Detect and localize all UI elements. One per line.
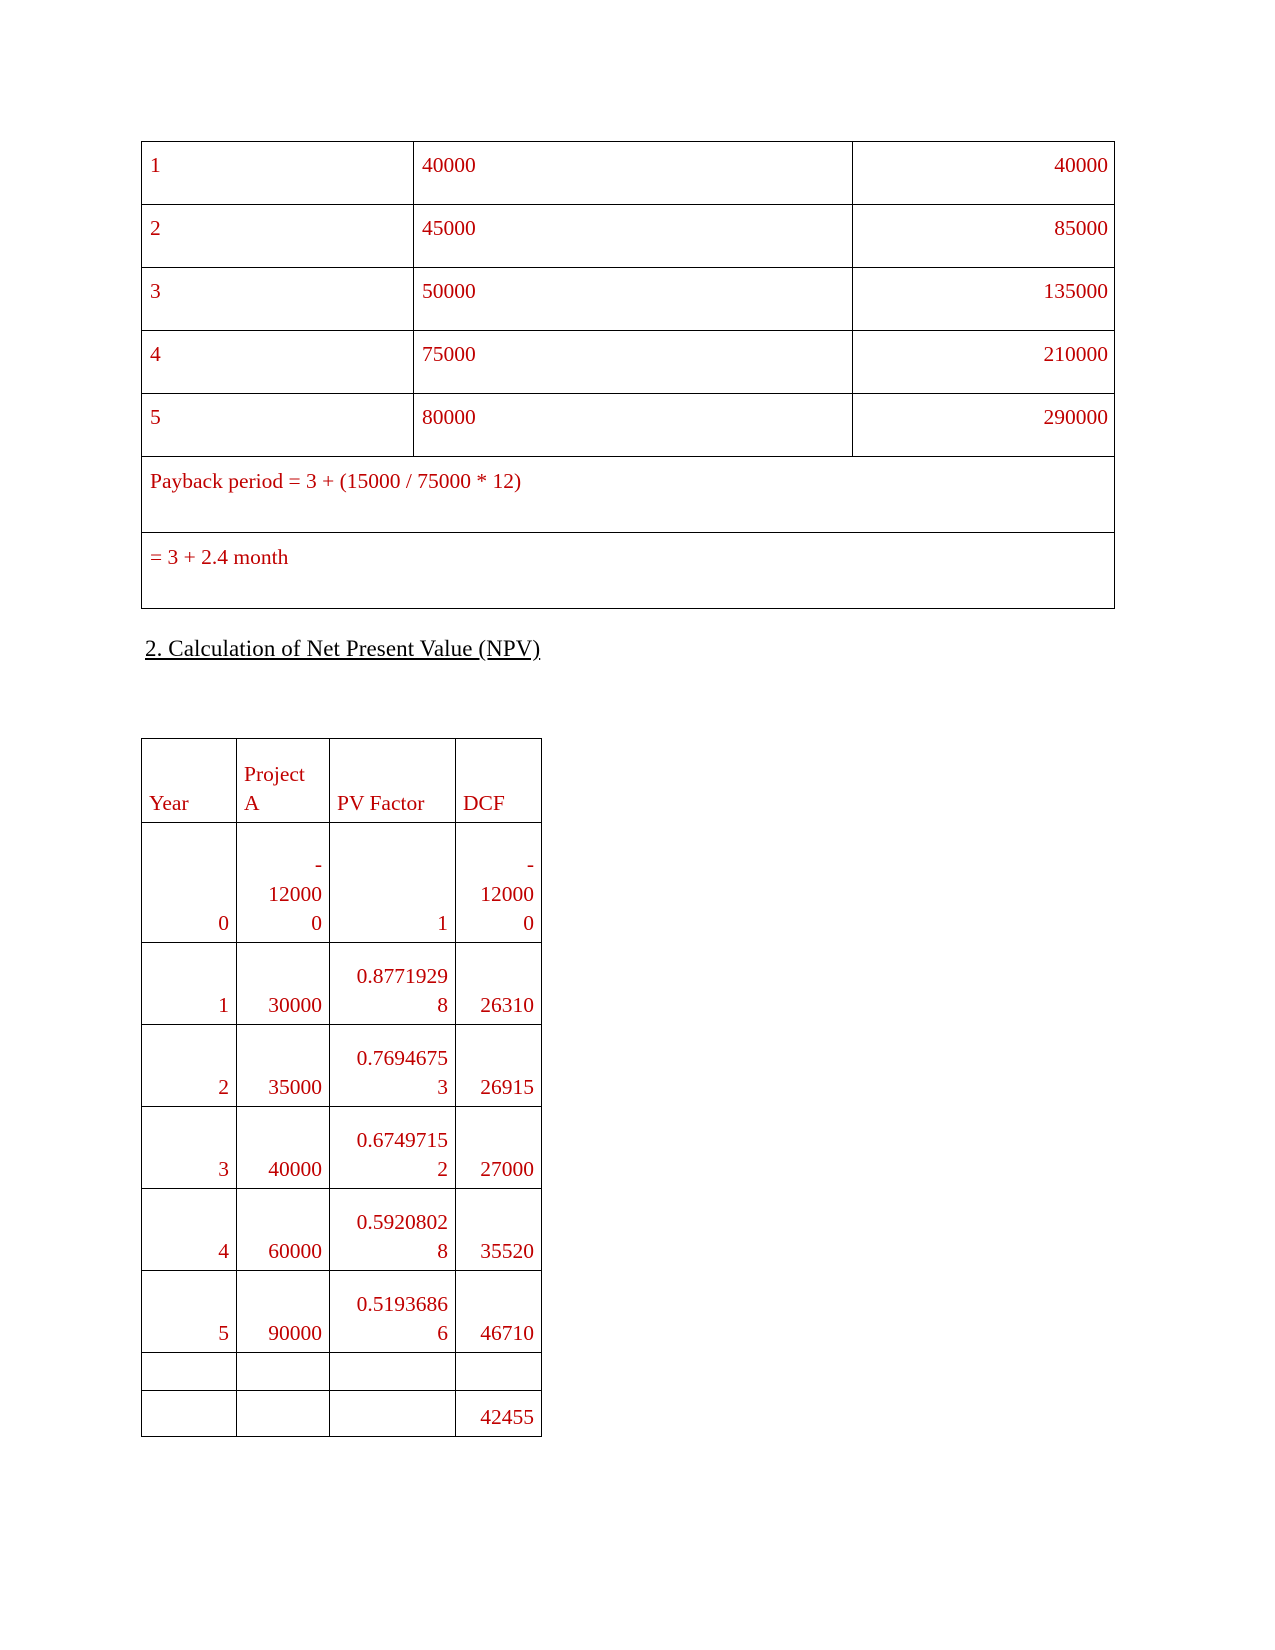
table-row-payback-result: = 3 + 2.4 month [141,532,1115,609]
payback-formula-text: Payback period = 3 + (15000 / 75000 * 12… [141,456,1115,533]
npv-year-cell: 5 [141,1270,237,1353]
column-header-year: Year [141,738,237,823]
npv-dcf-cell: 26915 [455,1024,542,1107]
npv-dcf-cell: 46710 [455,1270,542,1353]
payback-cumulative-cell: 85000 [852,204,1115,268]
page-title: 2. Calculation of Net Present Value (NPV… [145,636,541,661]
column-header-project-a: Project A [236,738,330,823]
payback-cashflow-cell: 40000 [413,141,853,205]
payback-year-cell: 3 [141,267,414,331]
document-page: 1 40000 40000 2 45000 85000 3 50000 1350… [0,0,1275,1650]
npv-project-a-cell [236,1390,330,1437]
npv-pv-factor-line1: 0.6749715 [356,1127,448,1152]
npv-pv-factor-line1: 0.8771929 [356,963,448,988]
payback-cashflow-cell: 75000 [413,330,853,394]
npv-year-cell: 0 [141,822,237,943]
table-header-row: Year Project A PV Factor DCF [141,738,542,823]
npv-total-cell: 42455 [455,1390,542,1437]
table-row: 5 90000 0.5193686 6 46710 [141,1270,542,1353]
npv-year-cell: 2 [141,1024,237,1107]
payback-cumulative-cell: 290000 [852,393,1115,457]
npv-calculation-table: Year Project A PV Factor DCF 0 - 12000 0… [141,738,542,1437]
npv-pv-factor-line1: 0.5193686 [356,1291,448,1316]
payback-cumulative-cell: 40000 [852,141,1115,205]
npv-pv-factor-cell [329,1352,456,1391]
npv-year-cell [141,1352,237,1391]
npv-pv-factor-line1: 0.5920802 [356,1209,448,1234]
npv-project-a-line3: 0 [311,910,322,935]
npv-dcf-cell: 35520 [455,1188,542,1271]
npv-project-a-cell: - 12000 0 [236,822,330,943]
npv-dcf-cell: - 12000 0 [455,822,542,943]
payback-cumulative-cell: 135000 [852,267,1115,331]
npv-pv-factor-cell [329,1390,456,1437]
npv-pv-factor-line2: 1 [437,910,448,935]
npv-project-a-cell: 60000 [236,1188,330,1271]
table-row: 1 40000 40000 [141,141,1115,205]
npv-dcf-cell: 27000 [455,1106,542,1189]
payback-year-cell: 1 [141,141,414,205]
npv-dcf-line3: 0 [523,910,534,935]
npv-dcf-cell: 26310 [455,942,542,1025]
npv-project-a-cell: 35000 [236,1024,330,1107]
npv-project-a-cell: 90000 [236,1270,330,1353]
payback-result-text: = 3 + 2.4 month [141,532,1115,609]
payback-year-cell: 5 [141,393,414,457]
table-row: 2 45000 85000 [141,204,1115,268]
npv-year-cell [141,1390,237,1437]
column-header-dcf: DCF [455,738,542,823]
payback-schedule-table: 1 40000 40000 2 45000 85000 3 50000 1350… [141,141,1115,609]
npv-project-a-line2: 12000 [268,881,322,906]
npv-pv-factor-line2: 8 [437,1238,448,1263]
table-row-blank [141,1352,542,1391]
npv-pv-factor-cell: 0.5920802 8 [329,1188,456,1271]
npv-project-a-cell [236,1352,330,1391]
npv-pv-factor-line2: 3 [437,1074,448,1099]
npv-pv-factor-cell: 0.7694675 3 [329,1024,456,1107]
npv-year-cell: 4 [141,1188,237,1271]
npv-dcf-line1: - [526,852,534,877]
npv-pv-factor-cell: 0.5193686 6 [329,1270,456,1353]
npv-pv-factor-cell: 1 [329,822,456,943]
payback-year-cell: 2 [141,204,414,268]
payback-cashflow-cell: 50000 [413,267,853,331]
table-row: 3 40000 0.6749715 2 27000 [141,1106,542,1189]
npv-pv-factor-cell: 0.8771929 8 [329,942,456,1025]
npv-dcf-line2: 12000 [480,881,534,906]
table-row-payback-formula: Payback period = 3 + (15000 / 75000 * 12… [141,456,1115,533]
payback-cashflow-cell: 80000 [413,393,853,457]
npv-pv-factor-line1: 0.7694675 [356,1045,448,1070]
npv-dcf-cell [455,1352,542,1391]
column-header-project-line2: A [244,790,260,815]
payback-cashflow-cell: 45000 [413,204,853,268]
table-row: 4 75000 210000 [141,330,1115,394]
column-header-project-line1: Project [244,761,305,786]
table-row: 4 60000 0.5920802 8 35520 [141,1188,542,1271]
column-header-pv-factor: PV Factor [329,738,456,823]
table-row: 5 80000 290000 [141,393,1115,457]
npv-project-a-line1: - [314,852,322,877]
table-row: 2 35000 0.7694675 3 26915 [141,1024,542,1107]
payback-cumulative-cell: 210000 [852,330,1115,394]
table-row-total: 42455 [141,1390,542,1437]
npv-pv-factor-line2: 8 [437,992,448,1017]
payback-year-cell: 4 [141,330,414,394]
npv-project-a-cell: 30000 [236,942,330,1025]
npv-pv-factor-cell: 0.6749715 2 [329,1106,456,1189]
npv-pv-factor-line2: 2 [437,1156,448,1181]
npv-pv-factor-line2: 6 [437,1320,448,1345]
table-row: 0 - 12000 0 1 - 12000 0 [141,822,542,943]
table-row: 1 30000 0.8771929 8 26310 [141,942,542,1025]
npv-year-cell: 1 [141,942,237,1025]
table-row: 3 50000 135000 [141,267,1115,331]
npv-project-a-cell: 40000 [236,1106,330,1189]
npv-year-cell: 3 [141,1106,237,1189]
